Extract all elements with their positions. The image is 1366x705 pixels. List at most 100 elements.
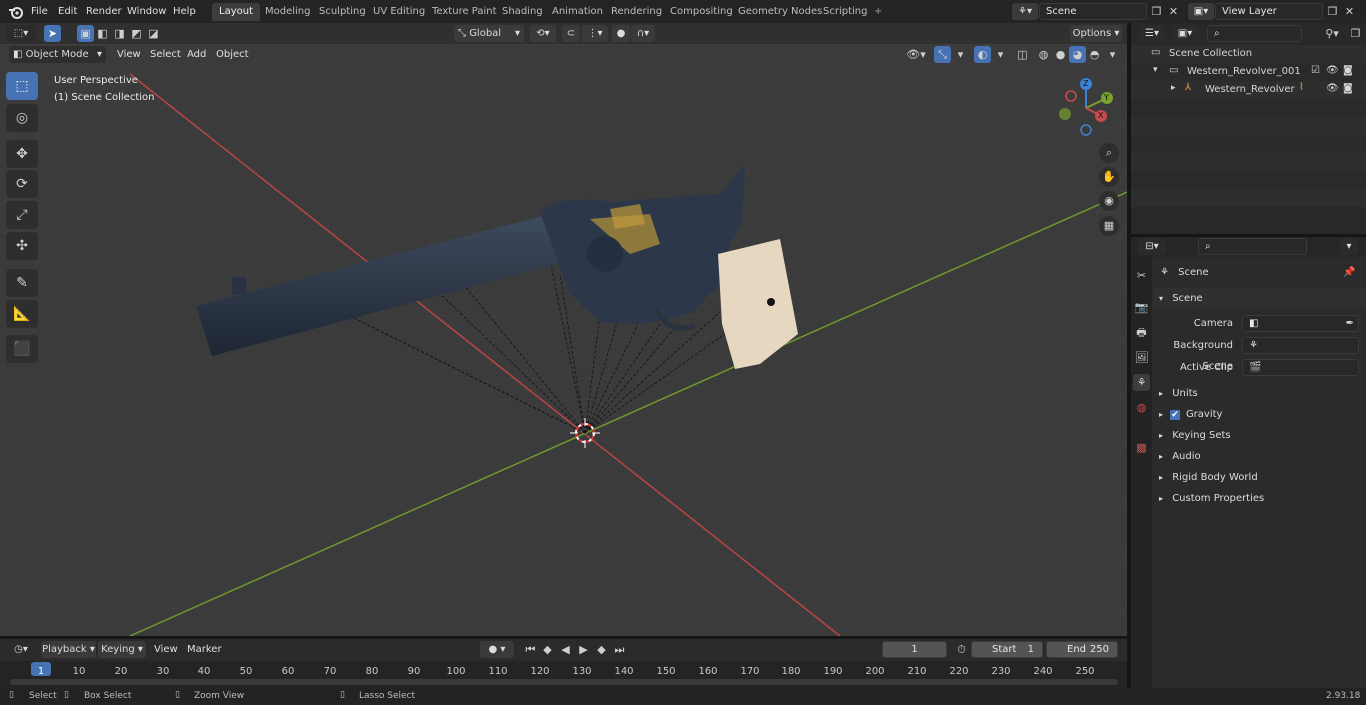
cursor-tool-icon[interactable]: ◎ [6,104,38,132]
outliner-search-input[interactable]: ⌕ [1207,25,1302,42]
outliner-editor-icon[interactable]: ☰▾ [1138,25,1166,42]
add-workspace-button[interactable]: + [867,3,889,21]
scene-name-field[interactable]: Scene [1039,3,1147,20]
select-box-tool-icon[interactable]: ⬚ [6,72,38,100]
background-scene-field[interactable]: ⚘ [1242,337,1359,354]
menu-help[interactable]: Help [167,3,202,20]
overlays-toggle-icon[interactable]: ◐ [974,46,991,63]
eye-icon[interactable]: 👁 [1326,83,1339,94]
falloff-icon[interactable]: ∩▾ [631,25,655,42]
prev-keyframe-icon[interactable]: ◆ [539,641,556,658]
scene-selector-icon[interactable]: ⚘▾ [1012,3,1038,20]
view-layer-tab-icon[interactable]: 🖼 [1133,349,1150,366]
menu-file[interactable]: File [25,3,54,20]
outliner-row-collection[interactable]: ▾ ▭ Western_Revolver_001 ☑ 👁 ◙ [1131,63,1366,81]
start-frame-field[interactable]: Start 1 [971,641,1043,658]
rotate-tool-icon[interactable]: ⟳ [6,170,38,198]
select-intersect-icon[interactable]: ◪ [145,25,162,42]
camera-view-icon[interactable]: ◉ [1099,191,1119,211]
active-clip-field[interactable]: 🎬 [1242,359,1359,376]
tab-sculpting[interactable]: Sculpting [312,3,373,21]
close-icon[interactable]: ✕ [1341,3,1358,20]
camera-icon[interactable]: ◙ [1343,65,1353,76]
tab-geometry-nodes[interactable]: Geometry Nodes [731,3,829,21]
next-keyframe-icon[interactable]: ◆ [593,641,610,658]
timeline-menu-marker[interactable]: Marker [181,641,228,658]
close-icon[interactable]: ✕ [1165,3,1182,20]
camera-field[interactable]: ◧ ✒ [1242,315,1359,332]
rigid-body-world-section[interactable]: ▸ Rigid Body World [1153,467,1366,488]
current-frame-field[interactable]: 1 [882,641,947,658]
properties-editor-icon[interactable]: ⊟▾ [1138,238,1166,255]
tab-animation[interactable]: Animation [545,3,610,21]
output-tab-icon[interactable]: 🖶 [1133,324,1150,341]
new-view-layer-icon[interactable]: ❐ [1324,3,1341,20]
menu-window[interactable]: Window [121,3,172,20]
jump-end-icon[interactable]: ⏭ [611,641,628,658]
transform-orientation-dropdown[interactable]: ⤡ Global ▾ [454,25,524,42]
add-cube-tool-icon[interactable]: ⬛ [6,335,38,363]
blender-logo-icon[interactable] [8,4,24,20]
texture-tab-icon[interactable]: ▩ [1133,439,1150,456]
play-reverse-icon[interactable]: ◀ [557,641,574,658]
end-frame-field[interactable]: End 250 [1046,641,1118,658]
viewport-menu-view[interactable]: View [111,46,147,63]
gizmo-toggle-icon[interactable]: ⤡ [934,46,951,63]
tab-uv-editing[interactable]: UV Editing [366,3,432,21]
scene-tab-icon[interactable]: ⚘ [1133,374,1150,391]
stopwatch-icon[interactable]: ⏱ [953,641,970,658]
keying-dropdown[interactable]: Keying ▾ [98,641,146,658]
wireframe-shading-icon[interactable]: ◍ [1035,46,1052,63]
outliner-row-root[interactable]: ▭ Scene Collection [1131,45,1366,63]
audio-section[interactable]: ▸ Audio [1153,446,1366,467]
menu-edit[interactable]: Edit [52,3,83,20]
tab-scripting[interactable]: Scripting [816,3,874,21]
perspective-grid-icon[interactable]: ▦ [1099,216,1119,236]
measure-tool-icon[interactable]: 📐 [6,300,38,328]
tab-texture-paint[interactable]: Texture Paint [425,3,504,21]
render-tab-icon[interactable]: 📷 [1133,299,1150,316]
chevron-down-icon[interactable]: ▾ [1340,238,1358,255]
select-extend-icon[interactable]: ◧ [94,25,111,42]
world-tab-icon[interactable]: ◍ [1133,399,1150,416]
solid-shading-icon[interactable]: ● [1052,46,1069,63]
zoom-icon[interactable]: ⌕ [1099,143,1119,163]
eye-icon[interactable]: 👁 [1326,65,1339,76]
keying-sets-section[interactable]: ▸ Keying Sets [1153,425,1366,446]
tab-compositing[interactable]: Compositing [663,3,740,21]
transform-tool-icon[interactable]: ✣ [6,232,38,260]
pivot-point-icon[interactable]: ⟲▾ [530,25,556,42]
display-mode-icon[interactable]: ▣▾ [1171,25,1199,42]
properties-search-input[interactable]: ⌕ [1198,238,1307,255]
viewport-menu-add[interactable]: Add [181,46,212,63]
camera-icon[interactable]: ◙ [1343,83,1353,94]
checkbox-icon[interactable]: ☑ [1311,65,1320,76]
tool-tab-icon[interactable]: ✂ [1133,267,1150,284]
chevron-right-icon[interactable]: ▸ [1171,83,1176,93]
units-section[interactable]: ▸ Units [1153,383,1366,404]
custom-properties-section[interactable]: ▸ Custom Properties [1153,488,1366,509]
snap-element-icon[interactable]: ⋮▾ [582,25,608,42]
chevron-down-icon[interactable]: ▾ [952,46,969,63]
tab-shading[interactable]: Shading [495,3,550,21]
tab-rendering[interactable]: Rendering [604,3,669,21]
record-icon[interactable]: ● ▾ [480,641,514,658]
pan-hand-icon[interactable]: ✋ [1099,167,1119,187]
playback-dropdown[interactable]: Playback ▾ [41,641,96,658]
view-layer-selector-icon[interactable]: ▣▾ [1188,3,1214,20]
proportional-edit-icon[interactable]: ● [612,25,630,42]
visibility-icon[interactable]: 👁▾ [903,46,929,63]
tab-layout[interactable]: Layout [212,3,260,21]
gravity-section[interactable]: ▸ ✔ Gravity [1153,404,1366,425]
scale-tool-icon[interactable]: ⤢ [6,201,38,229]
move-tool-icon[interactable]: ✥ [6,140,38,168]
chevron-down-icon[interactable]: ▾ [1153,65,1158,75]
filter-icon[interactable]: ⚲▾ [1319,25,1345,42]
select-subtract-icon[interactable]: ◨ [111,25,128,42]
pin-icon[interactable]: 📌 [1343,267,1355,278]
tab-modeling[interactable]: Modeling [258,3,318,21]
gravity-checkbox[interactable]: ✔ [1170,410,1180,420]
xray-icon[interactable]: ◫ [1014,46,1031,63]
new-collection-icon[interactable]: ❐ [1347,25,1364,42]
outliner-row-object[interactable]: ▸ ⅄ Western_Revolver ⌇ 👁 ◙ [1131,81,1366,99]
